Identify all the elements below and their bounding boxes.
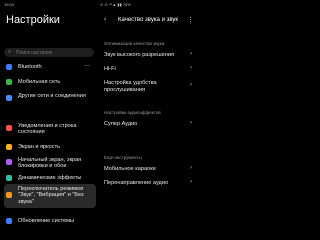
dynamic-effects-icon bbox=[6, 175, 12, 181]
notifications-icon bbox=[6, 125, 12, 131]
sidebar-item-label: Обновление системы bbox=[18, 218, 75, 224]
sidebar-item-label: Другие сети и соединения bbox=[18, 93, 86, 99]
sidebar-item-display[interactable]: Экран и яркость bbox=[4, 142, 96, 152]
other-networks-icon bbox=[6, 95, 12, 101]
sidebar-item-label: Начальный экран, экран блокировки и обои bbox=[18, 157, 82, 170]
search-placeholder: Поиск настроек bbox=[16, 50, 53, 56]
sidebar-item-other-networks[interactable]: Другие сети и соединения bbox=[4, 91, 96, 107]
status-time: 15:04 bbox=[4, 2, 15, 7]
chevron-right-icon: › bbox=[190, 51, 192, 57]
row-mobile-karaoke[interactable]: Мобильное караоке › bbox=[104, 164, 196, 174]
sidebar-item-system-update[interactable]: Обновление системы bbox=[4, 216, 96, 226]
detail-title: Качество звука и звук… bbox=[118, 17, 178, 23]
settings-list-panel: Настройки ⌕ Поиск настроек Bluetooth — М… bbox=[0, 8, 100, 226]
sidebar-item-label: Экран и яркость bbox=[18, 144, 61, 150]
status-bar: 15:04 ⊙ ⊖ ⁴⁶▲ ▮▮ 76% bbox=[0, 0, 200, 8]
row-high-res-audio[interactable]: Звук высокого разрешения › bbox=[104, 50, 196, 60]
sidebar-item-dynamic-effects[interactable]: Динамические эффекты bbox=[4, 173, 96, 183]
sidebar-item-sound-mode-switch[interactable]: Переключатель режимов "Звук", "Вибрация"… bbox=[4, 184, 96, 208]
sidebar-item-bluetooth[interactable]: Bluetooth — bbox=[4, 62, 96, 72]
sidebar-item-mobile-network[interactable]: Мобильная сеть bbox=[4, 77, 96, 87]
sidebar-item-home-screen[interactable]: Начальный экран, экран блокировки и обои bbox=[4, 155, 96, 171]
sound-mode-icon bbox=[6, 192, 12, 198]
chevron-right-icon: › bbox=[190, 120, 192, 126]
bluetooth-state: — bbox=[84, 63, 90, 69]
mobile-network-icon bbox=[6, 79, 12, 85]
more-options-icon[interactable]: ⋮ bbox=[187, 16, 194, 24]
sidebar-item-label: Уведомления и строка состояния bbox=[18, 123, 77, 136]
sidebar-item-label: Переключатель режимов "Звук", "Вибрация"… bbox=[18, 186, 84, 205]
row-label: Настройка удобства прослушивания bbox=[104, 80, 157, 93]
sidebar-item-label: Динамические эффекты bbox=[18, 175, 82, 181]
bluetooth-icon bbox=[6, 64, 12, 70]
display-icon bbox=[6, 144, 12, 150]
search-icon: ⌕ bbox=[8, 49, 12, 55]
row-label: Звук высокого разрешения bbox=[104, 52, 174, 58]
row-label: Мобильное караоке bbox=[104, 166, 156, 172]
sidebar-item-notifications[interactable]: Уведомления и строка состояния bbox=[4, 121, 96, 137]
chevron-right-icon: › bbox=[190, 65, 192, 71]
detail-header: ‹ Качество звука и звук… ⋮ bbox=[100, 16, 200, 26]
row-hifi[interactable]: Hi-Fi › bbox=[104, 64, 196, 74]
sidebar-item-label: Мобильная сеть bbox=[18, 79, 61, 85]
row-label: Супер Аудио bbox=[104, 121, 138, 127]
row-listening-comfort[interactable]: Настройка удобства прослушивания › bbox=[104, 78, 196, 94]
sidebar-item-label: Bluetooth bbox=[18, 64, 42, 70]
row-super-audio[interactable]: Супер Аудио › bbox=[104, 119, 196, 129]
back-arrow-icon[interactable]: ‹ bbox=[104, 16, 106, 23]
row-label: Hi-Fi bbox=[104, 66, 116, 72]
page-title: Настройки bbox=[6, 14, 60, 26]
chevron-right-icon: › bbox=[190, 179, 192, 185]
row-label: Перенаправление аудио bbox=[104, 180, 169, 186]
chevron-right-icon: › bbox=[190, 82, 192, 88]
section-header-sound-quality: Оптимизация качества звука bbox=[104, 41, 165, 46]
row-audio-redirect[interactable]: Перенаправление аудио › bbox=[104, 178, 196, 188]
search-input[interactable]: ⌕ Поиск настроек bbox=[4, 48, 94, 57]
wallpaper-icon bbox=[6, 159, 12, 165]
section-header-more-tools: Еще инструменты bbox=[104, 155, 142, 160]
chevron-right-icon: › bbox=[190, 165, 192, 171]
section-header-audio-effects: Настройки аудиоэффектов bbox=[104, 110, 161, 115]
system-update-icon bbox=[6, 218, 12, 224]
sound-detail-panel: ‹ Качество звука и звук… ⋮ Оптимизация к… bbox=[100, 8, 200, 226]
